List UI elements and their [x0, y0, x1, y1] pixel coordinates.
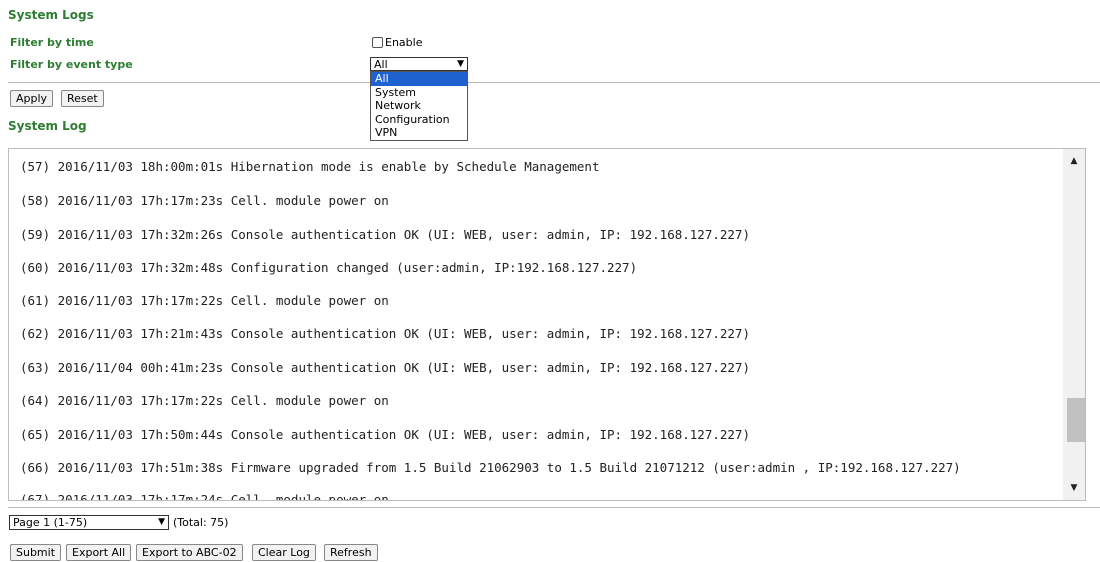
- log-line: (67) 2016/11/03 17h:17m:24s Cell. module…: [20, 492, 389, 501]
- log-line: (64) 2016/11/03 17h:17m:22s Cell. module…: [20, 393, 389, 408]
- scrollbar-thumb[interactable]: [1067, 398, 1085, 442]
- log-line: (60) 2016/11/03 17h:32m:48s Configuratio…: [20, 260, 638, 275]
- filter-time-label: Filter by time: [10, 36, 94, 49]
- event-type-selected: All: [374, 57, 388, 71]
- event-option-network[interactable]: Network: [371, 99, 467, 113]
- log-scrollbar[interactable]: ▲ ▼: [1063, 149, 1085, 500]
- arrow-down-icon[interactable]: ▼: [1063, 478, 1085, 498]
- page-select[interactable]: Page 1 (1-75) ▼: [9, 515, 169, 530]
- divider: [8, 82, 1100, 83]
- enable-label: Enable: [385, 36, 423, 49]
- log-line: (58) 2016/11/03 17h:17m:23s Cell. module…: [20, 193, 389, 208]
- event-option-system[interactable]: System: [371, 86, 467, 100]
- submit-button[interactable]: Submit: [10, 544, 62, 561]
- arrow-up-icon[interactable]: ▲: [1063, 151, 1085, 171]
- log-line: (61) 2016/11/03 17h:17m:22s Cell. module…: [20, 293, 389, 308]
- export-all-button[interactable]: Export All: [66, 544, 132, 561]
- log-textarea[interactable]: (57) 2016/11/03 18h:00m:01s Hibernation …: [8, 148, 1086, 501]
- event-option-vpn[interactable]: VPN: [371, 126, 467, 140]
- apply-button[interactable]: Apply: [10, 90, 54, 107]
- refresh-button[interactable]: Refresh: [324, 544, 378, 561]
- reset-button[interactable]: Reset: [61, 90, 104, 107]
- total-count: (Total: 75): [173, 516, 229, 529]
- page-title: System Logs: [8, 8, 94, 22]
- page-selected: Page 1 (1-75): [13, 516, 88, 529]
- clear-log-button[interactable]: Clear Log: [252, 544, 316, 561]
- chevron-down-icon: ▼: [457, 58, 464, 69]
- event-option-configuration[interactable]: Configuration: [371, 113, 467, 127]
- event-type-select[interactable]: All ▼: [370, 57, 468, 71]
- event-option-all[interactable]: All: [371, 72, 467, 86]
- log-line: (59) 2016/11/03 17h:32m:26s Console auth…: [20, 227, 750, 242]
- log-line: (57) 2016/11/03 18h:00m:01s Hibernation …: [20, 159, 600, 174]
- event-type-dropdown[interactable]: All System Network Configuration VPN: [370, 71, 468, 141]
- log-line: (62) 2016/11/03 17h:21m:43s Console auth…: [20, 326, 750, 341]
- divider: [8, 507, 1100, 508]
- system-log-heading: System Log: [8, 119, 87, 133]
- filter-event-label: Filter by event type: [10, 58, 133, 71]
- export-abc-button[interactable]: Export to ABC-02: [136, 544, 243, 561]
- log-line: (66) 2016/11/03 17h:51m:38s Firmware upg…: [20, 460, 961, 475]
- enable-checkbox-group[interactable]: Enable: [372, 36, 422, 49]
- chevron-down-icon: ▼: [158, 517, 165, 527]
- log-line: (65) 2016/11/03 17h:50m:44s Console auth…: [20, 427, 750, 442]
- enable-checkbox[interactable]: [372, 37, 383, 48]
- log-line: (63) 2016/11/04 00h:41m:23s Console auth…: [20, 360, 750, 375]
